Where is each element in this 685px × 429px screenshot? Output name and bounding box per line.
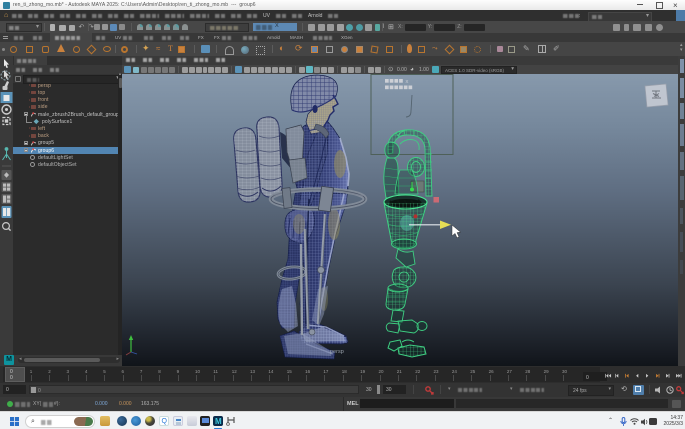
svg-text:X: X: [405, 79, 408, 84]
svg-text:persp: persp: [330, 349, 344, 355]
